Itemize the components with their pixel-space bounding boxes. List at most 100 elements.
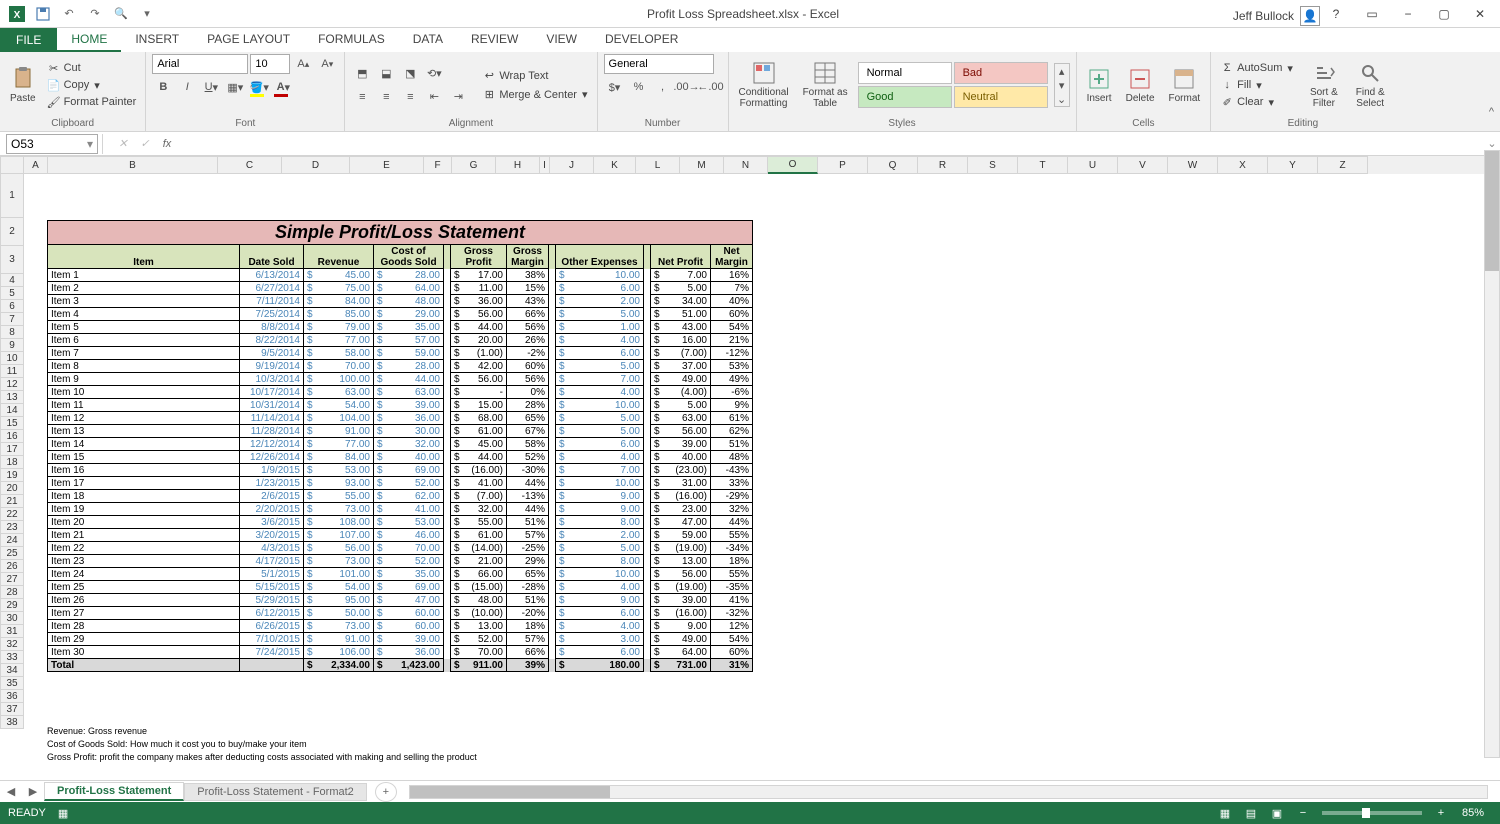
qat-dropdown-icon[interactable]: ▾ <box>136 3 158 25</box>
row-header-3[interactable]: 3 <box>0 246 24 274</box>
row-header-9[interactable]: 9 <box>0 339 24 352</box>
col-header-B[interactable]: B <box>48 156 218 174</box>
row-header-7[interactable]: 7 <box>0 313 24 326</box>
view-page-break-icon[interactable]: ▣ <box>1265 804 1289 822</box>
align-top-icon[interactable]: ⬒ <box>351 64 373 84</box>
help-icon[interactable]: ? <box>1322 3 1350 25</box>
select-all-corner[interactable] <box>0 156 24 174</box>
font-name-select[interactable] <box>152 54 248 74</box>
ribbon-tab-page-layout[interactable]: PAGE LAYOUT <box>193 28 304 50</box>
col-header-I[interactable]: I <box>540 156 550 174</box>
row-header-14[interactable]: 14 <box>0 404 24 417</box>
row-header-31[interactable]: 31 <box>0 625 24 638</box>
col-header-K[interactable]: K <box>594 156 636 174</box>
row-header-8[interactable]: 8 <box>0 326 24 339</box>
save-icon[interactable] <box>32 3 54 25</box>
format-painter-button[interactable]: 🖌Format Painter <box>44 94 140 110</box>
border-button[interactable]: ▦▾ <box>224 77 246 97</box>
style-normal[interactable]: Normal <box>858 62 952 84</box>
styles-up-icon[interactable]: ▴ <box>1055 64 1069 78</box>
percent-format-icon[interactable]: % <box>628 77 650 97</box>
maximize-icon[interactable]: ▢ <box>1430 3 1458 25</box>
col-header-R[interactable]: R <box>918 156 968 174</box>
row-header-29[interactable]: 29 <box>0 599 24 612</box>
app-icon[interactable]: X <box>6 3 28 25</box>
row-header-35[interactable]: 35 <box>0 677 24 690</box>
row-header-21[interactable]: 21 <box>0 495 24 508</box>
bold-button[interactable]: B <box>152 77 174 97</box>
zoom-in-icon[interactable]: + <box>1429 804 1453 822</box>
col-header-Z[interactable]: Z <box>1318 156 1368 174</box>
styles-down-icon[interactable]: ▾ <box>1055 78 1069 92</box>
align-middle-icon[interactable]: ⬓ <box>375 64 397 84</box>
row-header-13[interactable]: 13 <box>0 391 24 404</box>
indent-increase-icon[interactable]: ⇥ <box>447 87 469 107</box>
sheet-nav-next-icon[interactable]: ▶ <box>22 782 44 802</box>
sheet-tab-active[interactable]: Profit-Loss Statement <box>44 782 184 801</box>
row-header-22[interactable]: 22 <box>0 508 24 521</box>
col-header-L[interactable]: L <box>636 156 680 174</box>
format-as-table-button[interactable]: Format as Table <box>799 59 852 111</box>
paste-button[interactable]: Paste <box>6 65 40 106</box>
col-header-J[interactable]: J <box>550 156 594 174</box>
col-header-D[interactable]: D <box>282 156 350 174</box>
cut-button[interactable]: ✂Cut <box>44 60 140 76</box>
row-header-4[interactable]: 4 <box>0 274 24 287</box>
col-header-F[interactable]: F <box>424 156 452 174</box>
zoom-slider-thumb[interactable] <box>1362 808 1370 818</box>
align-center-icon[interactable]: ≡ <box>375 87 397 107</box>
collapse-ribbon-icon[interactable]: ^ <box>1489 106 1494 118</box>
row-header-12[interactable]: 12 <box>0 378 24 391</box>
row-header-36[interactable]: 36 <box>0 690 24 703</box>
col-header-P[interactable]: P <box>818 156 868 174</box>
style-good[interactable]: Good <box>858 86 952 108</box>
ribbon-tab-formulas[interactable]: FORMULAS <box>304 28 399 50</box>
underline-button[interactable]: U▾ <box>200 77 222 97</box>
row-header-33[interactable]: 33 <box>0 651 24 664</box>
accounting-format-icon[interactable]: $▾ <box>604 77 626 97</box>
ribbon-tab-view[interactable]: VIEW <box>532 28 591 50</box>
ribbon-tab-developer[interactable]: DEVELOPER <box>591 28 692 50</box>
vscroll-thumb[interactable] <box>1485 151 1499 271</box>
view-page-layout-icon[interactable]: ▤ <box>1239 804 1263 822</box>
row-header-38[interactable]: 38 <box>0 716 24 729</box>
hscroll-thumb[interactable] <box>410 786 610 798</box>
col-header-O[interactable]: O <box>768 156 818 174</box>
row-header-23[interactable]: 23 <box>0 521 24 534</box>
expand-formula-bar-icon[interactable]: ⌄ <box>1484 137 1500 150</box>
font-size-select[interactable] <box>250 54 290 74</box>
row-header-30[interactable]: 30 <box>0 612 24 625</box>
styles-more-icon[interactable]: ⌄ <box>1055 92 1069 106</box>
col-header-G[interactable]: G <box>452 156 496 174</box>
align-left-icon[interactable]: ≡ <box>351 87 373 107</box>
fill-color-button[interactable]: 🪣▾ <box>248 77 270 97</box>
ribbon-display-icon[interactable]: ▭ <box>1358 3 1386 25</box>
row-header-15[interactable]: 15 <box>0 417 24 430</box>
col-header-C[interactable]: C <box>218 156 282 174</box>
formula-input[interactable] <box>178 134 1484 154</box>
col-header-Y[interactable]: Y <box>1268 156 1318 174</box>
increase-decimal-icon[interactable]: .00→ <box>676 77 698 97</box>
grow-font-icon[interactable]: A▴ <box>292 54 314 74</box>
file-tab[interactable]: FILE <box>0 28 57 52</box>
number-format-select[interactable] <box>604 54 714 74</box>
decrease-decimal-icon[interactable]: ←.00 <box>700 77 722 97</box>
merge-center-button[interactable]: ⊞Merge & Center▾ <box>479 87 590 103</box>
row-header-26[interactable]: 26 <box>0 560 24 573</box>
user-avatar-icon[interactable]: 👤 <box>1300 6 1320 26</box>
minimize-icon[interactable]: − <box>1394 3 1422 25</box>
redo-icon[interactable]: ↷ <box>84 3 106 25</box>
wrap-text-button[interactable]: ↩Wrap Text <box>479 68 590 84</box>
fx-icon[interactable]: fx <box>156 134 178 154</box>
col-header-N[interactable]: N <box>724 156 768 174</box>
style-bad[interactable]: Bad <box>954 62 1048 84</box>
row-header-18[interactable]: 18 <box>0 456 24 469</box>
vertical-scrollbar[interactable] <box>1484 150 1500 758</box>
col-header-A[interactable]: A <box>24 156 48 174</box>
comma-format-icon[interactable]: , <box>652 77 674 97</box>
copy-button[interactable]: 📄Copy▾ <box>44 77 140 93</box>
style-neutral[interactable]: Neutral <box>954 86 1048 108</box>
qat-zoom-icon[interactable]: 🔍 <box>110 3 132 25</box>
add-sheet-button[interactable]: + <box>375 782 397 802</box>
conditional-formatting-button[interactable]: Conditional Formatting <box>735 59 793 111</box>
